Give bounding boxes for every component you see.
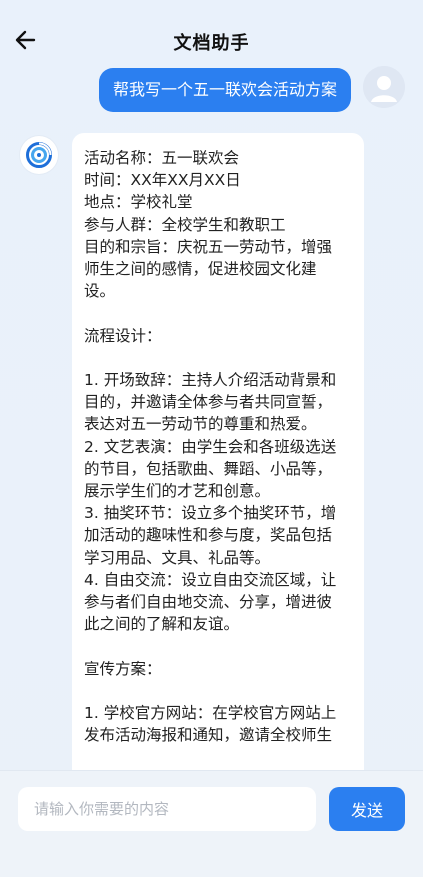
assistant-message-line: 活动名称：五一联欢会 <box>84 149 240 167</box>
assistant-message-line: 参与者们自由地交流、分享，增进彼 <box>84 593 333 612</box>
assistant-message-line: 地点：学校礼堂 <box>84 193 193 212</box>
user-message-bubble: 帮我写一个五一联欢会活动方案 <box>98 68 351 112</box>
chat-screen: 文档助手 帮我写一个五一联欢会活动方案 活动名称：五一联欢会 时间：XX年XX月X… <box>0 0 423 877</box>
assistant-avatar <box>20 136 58 174</box>
assistant-message-bubble: 活动名称：五一联欢会 时间：XX年XX月XX日 地点：学校礼堂参与人群：全校学生和教… <box>72 133 364 793</box>
assistant-message-line: 的节目，包括歌曲、舞蹈、小品等， <box>84 459 333 478</box>
assistant-message-line: 学习用品、文具、礼品等。 <box>84 548 271 567</box>
assistant-logo-icon <box>26 142 52 168</box>
assistant-message-line: 此之间的了解和友谊。 <box>84 615 240 634</box>
assistant-message-line: 宣传方案： <box>84 659 162 678</box>
user-silhouette-icon <box>363 66 405 108</box>
assistant-message-line: 加活动的趣味性和参与度，奖品包括 <box>84 526 333 545</box>
assistant-message-line: 流程设计： <box>84 326 162 345</box>
assistant-message-line: 师生之间的感情，促进校园文化建 <box>84 260 317 279</box>
assistant-message-line: 参与人群：全校学生和教职工 <box>84 215 286 234</box>
page-title: 文档助手 <box>173 33 250 54</box>
assistant-message-line: 2. 文艺表演：由学生会和各班级选送 <box>84 437 337 456</box>
assistant-message-line <box>84 635 352 657</box>
assistant-message-line <box>84 302 352 324</box>
assistant-message-line: 1. 开场致辞：主持人介绍活动背景和 <box>84 371 337 389</box>
assistant-message-line: 1. 学校官方网站：在学校官方网站上 <box>84 704 337 723</box>
assistant-message-line: 4. 自由交流：设立自由交流区域，让 <box>84 570 337 589</box>
assistant-message-line: 设。 <box>84 282 116 301</box>
assistant-message-line: 目的，并邀请全体参与者共同宣誓， <box>84 393 333 412</box>
assistant-message-line: 展示学生们的才艺和创意。 <box>84 482 271 501</box>
user-message-row: 帮我写一个五一联欢会活动方案 <box>0 66 423 116</box>
assistant-message-line: 发布活动海报和通知，邀请全校师生 <box>84 726 333 745</box>
input-bar: 发送 <box>0 770 423 877</box>
assistant-message-line: 3. 抽奖环节：设立多个抽奖环节，增 <box>84 504 337 523</box>
assistant-message-line: 表达对五一劳动节的尊重和热爱。 <box>84 415 317 434</box>
message-input[interactable] <box>18 787 316 831</box>
assistant-message-line <box>84 347 352 369</box>
assistant-message-line: 时间：XX年XX月XX日 <box>84 171 241 190</box>
send-button[interactable]: 发送 <box>329 787 405 831</box>
assistant-message-line <box>84 680 352 702</box>
assistant-message-line: 目的和宗旨：庆祝五一劳动节，增强 <box>84 237 333 256</box>
user-avatar <box>363 66 405 108</box>
